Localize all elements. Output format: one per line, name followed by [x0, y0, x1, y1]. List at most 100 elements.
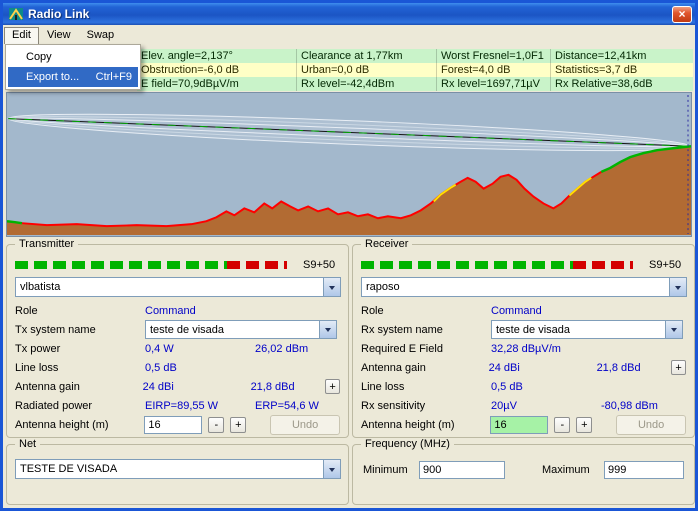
app-icon [8, 6, 24, 22]
dropdown-arrow-icon[interactable] [665, 321, 682, 338]
dropdown-arrow-icon[interactable] [669, 278, 686, 296]
rx-height-plus-button[interactable]: + [576, 416, 593, 433]
tx-system-combobox[interactable]: teste de visada [145, 320, 337, 339]
rx-required-efield-label: Required E Field [361, 342, 443, 355]
tx-radiated-power-label: Radiated power [15, 399, 93, 412]
tx-gain-dbi: 24 dBi [142, 380, 174, 393]
dropdown-arrow-icon[interactable] [319, 321, 336, 338]
receiver-title: Receiver [361, 238, 413, 250]
tx-line-loss-row: Line loss 0,5 dB [15, 358, 340, 377]
rx-signal-meter [361, 261, 633, 269]
frequency-title: Frequency (MHz) [361, 438, 454, 450]
rx-sensitivity-uv: 20µV [491, 399, 517, 412]
net-title: Net [15, 438, 41, 450]
tx-role-value: Command [145, 304, 196, 317]
meter-green-segments [15, 261, 228, 269]
rx-undo-button[interactable]: Undo [616, 414, 686, 435]
tx-gain-plus-button[interactable]: + [325, 379, 340, 394]
tx-line-loss-label: Line loss [15, 361, 59, 374]
dropdown-arrow-icon[interactable] [323, 460, 340, 478]
info-worst-fresnel: Worst Fresnel=1,0F1 [437, 49, 551, 63]
frequency-min-label: Minimum [363, 464, 408, 476]
menu-item-export-to[interactable]: Export to... Ctrl+F9 [8, 67, 138, 87]
tx-antenna-gain-row: Antenna gain 24 dBi 21,8 dBd + [15, 377, 340, 396]
tx-antenna-height-input[interactable] [144, 415, 203, 434]
rx-s-meter-value: S9+50 [649, 259, 682, 271]
rx-antenna-gain-row: Antenna gain 24 dBi 21,8 dBd + [361, 358, 686, 377]
rx-height-minus-button[interactable]: - [554, 416, 571, 433]
frequency-min-input[interactable] [419, 461, 505, 479]
menubar: Edit View Swap [3, 25, 695, 45]
tx-antenna-height-row: Antenna height (m) - + Undo [15, 414, 340, 435]
meter-red-segments [227, 261, 287, 269]
tx-role-label: Role [15, 304, 38, 317]
tx-antenna-gain-label: Antenna gain [15, 380, 80, 393]
info-elev-angle: Elev. angle=2,137° [137, 49, 297, 63]
menu-swap[interactable]: Swap [79, 27, 123, 44]
menu-item-label: Copy [26, 51, 52, 63]
net-panel: Net TESTE DE VISADA [6, 438, 349, 505]
tx-s-meter-value: S9+50 [303, 259, 336, 271]
frequency-row: Minimum Maximum [363, 461, 684, 479]
frequency-max-input[interactable] [604, 461, 684, 479]
rx-antenna-height-input[interactable] [490, 415, 549, 434]
rx-unit-value: raposo [366, 281, 400, 293]
transmitter-panel: Transmitter S9+50 vlbatista Role Command… [6, 238, 349, 438]
tx-eirp-value: EIRP=89,55 W [145, 399, 219, 412]
transmitter-title: Transmitter [15, 238, 79, 250]
rx-line-loss-label: Line loss [361, 380, 405, 393]
rx-sensitivity-dbm: -80,98 dBm [601, 399, 658, 412]
tx-system-label: Tx system name [15, 323, 96, 336]
rx-system-combobox[interactable]: teste de visada [491, 320, 683, 339]
tx-unit-value: vlbatista [20, 281, 61, 293]
tx-signal-meter [15, 261, 287, 269]
rx-system-value: teste de visada [496, 323, 570, 336]
frequency-panel: Frequency (MHz) Minimum Maximum [352, 438, 695, 505]
titlebar: Radio Link × [3, 3, 695, 25]
close-button[interactable]: × [672, 5, 692, 23]
rx-sensitivity-row: Rx sensitivity 20µV -80,98 dBm [361, 396, 686, 415]
tx-antenna-height-label: Antenna height (m) [15, 418, 109, 431]
rx-line-loss-value: 0,5 dB [491, 380, 523, 393]
rx-signal-meter-row: S9+50 [361, 259, 686, 271]
menu-view[interactable]: View [39, 27, 79, 44]
rx-gain-plus-button[interactable]: + [671, 360, 686, 375]
net-combobox[interactable]: TESTE DE VISADA [15, 459, 341, 479]
info-e-field: E field=70,9dBµV/m [137, 77, 297, 91]
meter-green-segments [361, 261, 574, 269]
edit-menu-dropdown: Copy Export to... Ctrl+F9 [5, 44, 141, 90]
radio-link-window: Radio Link × Edit View Swap Copy Export … [0, 0, 698, 511]
rx-antenna-gain-label: Antenna gain [361, 361, 426, 374]
tx-undo-button[interactable]: Undo [270, 414, 340, 435]
dropdown-arrow-icon[interactable] [323, 278, 340, 296]
meter-red-segments [573, 261, 633, 269]
rx-antenna-height-row: Antenna height (m) - + Undo [361, 414, 686, 435]
menu-edit[interactable]: Edit [4, 26, 39, 44]
tx-unit-combobox[interactable]: vlbatista [15, 277, 341, 297]
rx-sensitivity-label: Rx sensitivity [361, 399, 426, 412]
tx-height-minus-button[interactable]: - [208, 416, 225, 433]
tx-signal-meter-row: S9+50 [15, 259, 340, 271]
rx-required-efield-row: Required E Field 32,28 dBµV/m [361, 339, 686, 358]
rx-required-efield-value: 32,28 dBµV/m [491, 342, 561, 355]
info-rx-level-uv: Rx level=1697,71µV [437, 77, 551, 91]
rx-system-label: Rx system name [361, 323, 443, 336]
window-title: Radio Link [28, 7, 90, 21]
menu-item-label: Export to... [26, 71, 80, 83]
info-rx-level-dbm: Rx level=-42,4dBm [297, 77, 437, 91]
tx-erp-value: ERP=54,6 W [255, 399, 319, 412]
tx-system-value: teste de visada [150, 323, 224, 336]
tx-line-loss-value: 0,5 dB [145, 361, 177, 374]
info-clearance: Clearance at 1,77km [297, 49, 437, 63]
rx-unit-combobox[interactable]: raposo [361, 277, 687, 297]
tx-height-plus-button[interactable]: + [230, 416, 247, 433]
info-row: Obstruction=-6,0 dB Urban=0,0 dB Forest=… [137, 63, 693, 77]
rx-role-row: Role Command [361, 301, 686, 320]
rx-gain-dbi: 24 dBi [488, 361, 520, 374]
info-rx-relative: Rx Relative=38,6dB [551, 77, 693, 91]
tx-power-label: Tx power [15, 342, 61, 355]
rx-antenna-height-label: Antenna height (m) [361, 418, 455, 431]
menu-item-copy[interactable]: Copy [8, 47, 138, 67]
rx-line-loss-row: Line loss 0,5 dB [361, 377, 686, 396]
info-row: E field=70,9dBµV/m Rx level=-42,4dBm Rx … [137, 77, 693, 91]
